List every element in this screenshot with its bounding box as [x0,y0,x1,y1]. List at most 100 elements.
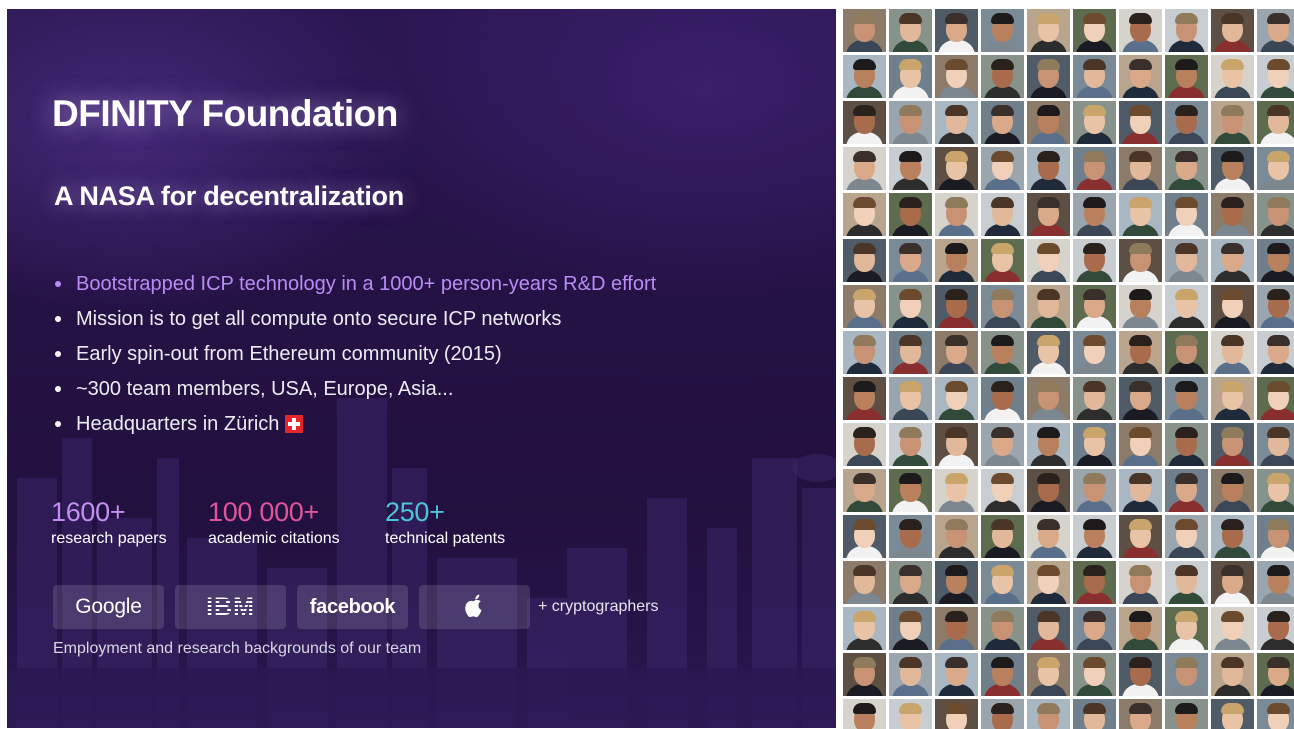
team-member-photo [1073,9,1116,52]
team-member-photo [1073,469,1116,512]
team-member-photo [1211,653,1254,696]
team-member-photo [1165,469,1208,512]
team-member-photo [981,515,1024,558]
team-member-photo [1257,9,1294,52]
stat-label: research papers [51,530,167,547]
team-member-photo [889,653,932,696]
team-member-photo [1119,285,1162,328]
team-member-photo [1211,515,1254,558]
team-member-photo [981,239,1024,282]
team-member-photo [1257,653,1294,696]
team-member-photo [1073,699,1116,729]
team-member-photo [1073,653,1116,696]
team-member-photo [1073,147,1116,190]
bullet-text: Bootstrapped ICP technology in a 1000+ p… [76,273,657,295]
team-member-photo [889,193,932,236]
logos-caption: Employment and research backgrounds of o… [53,640,422,657]
team-member-photo [1165,653,1208,696]
team-member-photo [1257,561,1294,604]
team-member-photo [1257,515,1294,558]
team-member-photo [1119,515,1162,558]
team-member-photo [1211,147,1254,190]
team-member-photo [1211,561,1254,604]
team-member-photo [1211,469,1254,512]
team-member-photo [1211,607,1254,650]
bullet-dot-icon [55,421,61,427]
team-member-photo [981,9,1024,52]
team-member-photo [1027,607,1070,650]
bullet-text: ~300 team members, USA, Europe, Asia... [76,378,454,400]
team-member-photo [981,55,1024,98]
team-member-photo [935,147,978,190]
team-member-photo [1165,193,1208,236]
team-member-photo [843,193,886,236]
team-member-photo [1165,331,1208,374]
team-member-photo [981,469,1024,512]
team-member-photo [1211,423,1254,466]
team-member-photo [1119,561,1162,604]
slide-panel: DFINITY Foundation A NASA for decentrali… [7,9,836,728]
team-member-photo [1119,469,1162,512]
team-member-photo [843,423,886,466]
slide-title: DFINITY Foundation [52,93,398,134]
team-member-photo [843,55,886,98]
team-member-photo [1165,561,1208,604]
team-member-photo [1073,561,1116,604]
team-member-photo [1119,607,1162,650]
team-member-photo [981,377,1024,420]
team-member-photo [935,331,978,374]
team-member-photo [981,561,1024,604]
city-skyline-background [7,398,836,728]
bullet-item: Early spin-out from Ethereum community (… [53,341,656,376]
team-member-photo [1027,101,1070,144]
bullet-text: Headquarters in Zürich [76,413,280,435]
team-member-photo [843,101,886,144]
team-member-photo [1211,285,1254,328]
team-member-photo [1027,331,1070,374]
team-member-photo [1257,423,1294,466]
team-member-photo [935,699,978,729]
team-member-photo [981,607,1024,650]
team-member-photo [1073,423,1116,466]
team-member-photo [1073,239,1116,282]
team-member-photo [1165,239,1208,282]
team-member-photo [935,55,978,98]
team-member-photo [981,699,1024,729]
team-member-photo [1257,699,1294,729]
cryptographers-label: + cryptographers [538,598,659,615]
team-member-photo [981,331,1024,374]
team-member-photo [1211,55,1254,98]
team-member-photo [1257,469,1294,512]
team-member-photo [1027,561,1070,604]
team-member-photo [935,285,978,328]
team-member-photo [1027,147,1070,190]
team-member-photo [1211,9,1254,52]
team-member-photo [1119,55,1162,98]
team-member-photo [889,561,932,604]
team-member-photo [843,285,886,328]
team-member-photo [1073,55,1116,98]
team-member-photo [1165,699,1208,729]
team-member-photo [843,469,886,512]
bullet-list: Bootstrapped ICP technology in a 1000+ p… [53,271,656,446]
team-member-photo [1119,101,1162,144]
team-member-photo [1257,55,1294,98]
team-member-photo [1119,699,1162,729]
team-member-photo [935,515,978,558]
team-member-photo [1165,607,1208,650]
team-member-photo [935,423,978,466]
stat-academic-citations: 100 000+ academic citations [208,496,340,548]
team-member-photo [935,561,978,604]
team-member-photo [1119,9,1162,52]
swiss-flag-icon [285,415,304,433]
team-member-photo [889,101,932,144]
team-member-photo [889,469,932,512]
team-member-photo [889,147,932,190]
team-member-photo [843,561,886,604]
team-member-photo [1073,607,1116,650]
team-member-photo [935,101,978,144]
team-member-photo [1027,699,1070,729]
team-member-photo [1119,653,1162,696]
bullet-text: Early spin-out from Ethereum community (… [76,343,502,365]
team-member-photo [981,101,1024,144]
